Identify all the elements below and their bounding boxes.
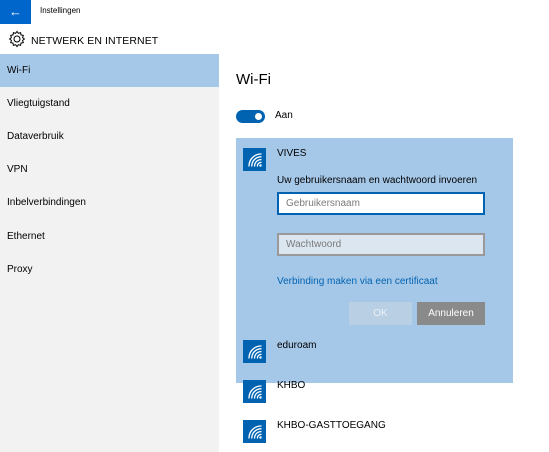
password-input[interactable]: Wachtwoord <box>277 233 485 256</box>
wifi-toggle-label: Aan <box>275 110 293 121</box>
network-name: eduroam <box>277 340 317 351</box>
credentials-prompt: Uw gebruikersnaam en wachtwoord invoeren <box>277 175 478 186</box>
wifi-signal-icon <box>243 420 266 443</box>
sidebar-item-ethernet[interactable]: Ethernet <box>0 220 219 253</box>
wifi-toggle[interactable] <box>236 110 265 123</box>
network-name: KHBO <box>277 380 306 391</box>
wifi-signal-icon <box>243 380 266 403</box>
wifi-signal-icon <box>243 148 266 171</box>
sidebar-item-vliegtuigstand[interactable]: Vliegtuigstand <box>0 87 219 120</box>
sidebar-item-inbelverbindingen[interactable]: Inbelverbindingen <box>0 186 219 219</box>
page-title: Wi-Fi <box>236 71 271 88</box>
sidebar: Wi-Fi Vliegtuigstand Dataverbruik VPN In… <box>0 54 219 452</box>
username-input[interactable]: Gebruikersnaam <box>277 192 485 215</box>
network-item-khbo-gasttoegang[interactable]: KHBO-GASTTOEGANG <box>236 415 513 449</box>
network-item-khbo[interactable]: KHBO <box>236 375 513 409</box>
sidebar-item-wifi[interactable]: Wi-Fi <box>0 54 219 87</box>
gear-icon <box>8 30 26 48</box>
network-name: KHBO-GASTTOEGANG <box>277 420 386 431</box>
section-title: NETWERK EN INTERNET <box>31 35 159 47</box>
certificate-link[interactable]: Verbinding maken via een certificaat <box>277 276 438 287</box>
sidebar-item-dataverbruik[interactable]: Dataverbruik <box>0 120 219 153</box>
sidebar-item-vpn[interactable]: VPN <box>0 153 219 186</box>
cancel-button[interactable]: Annuleren <box>417 302 485 325</box>
network-name: VIVES <box>277 148 307 159</box>
toggle-knob <box>255 113 262 120</box>
page-header: NETWERK EN INTERNET <box>0 26 549 54</box>
window-title: Instellingen <box>40 6 81 15</box>
back-button[interactable]: ← <box>0 0 31 24</box>
sidebar-item-proxy[interactable]: Proxy <box>0 253 219 286</box>
ok-button[interactable]: OK <box>349 302 412 325</box>
title-bar: ← Instellingen <box>0 0 549 26</box>
network-item-eduroam[interactable]: eduroam <box>236 335 513 369</box>
wifi-signal-icon <box>243 340 266 363</box>
main-panel: Wi-Fi Aan VIVES Uw gebruikersnaam en wac… <box>219 54 549 452</box>
